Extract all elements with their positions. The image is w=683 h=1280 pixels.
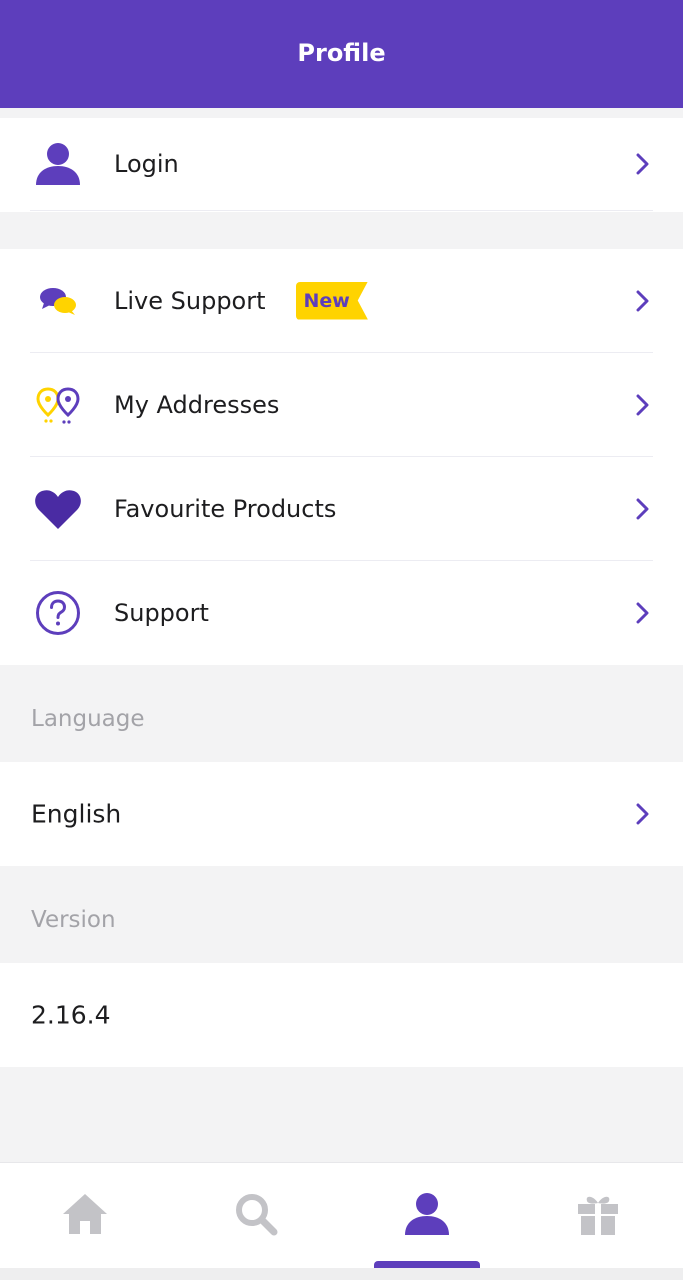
search-icon [233, 1191, 279, 1241]
favourite-products-row[interactable]: Favourite Products [30, 457, 653, 561]
login-label: Login [114, 150, 179, 178]
heart-icon [30, 481, 86, 537]
live-support-row[interactable]: Live Support New [30, 249, 653, 353]
chevron-right-icon [631, 598, 655, 628]
chevron-right-icon [631, 799, 655, 829]
chevron-right-icon [631, 494, 655, 524]
location-pins-icon [30, 377, 86, 433]
chevron-right-icon [631, 286, 655, 316]
chat-bubbles-icon [30, 273, 86, 329]
login-row[interactable]: Login [30, 118, 653, 211]
help-circle-icon [30, 585, 86, 641]
version-value: 2.16.4 [31, 1000, 111, 1030]
live-support-label: Live Support [114, 286, 266, 315]
menu-card: Live Support New My Addresses Favourite … [0, 249, 683, 665]
chevron-right-icon [631, 390, 655, 420]
favourite-products-label: Favourite Products [114, 494, 337, 523]
version-row: 2.16.4 [0, 963, 683, 1067]
version-section-label: Version [31, 907, 116, 933]
chevron-right-icon [631, 149, 655, 179]
tab-home[interactable] [0, 1163, 171, 1268]
support-label: Support [114, 599, 209, 627]
my-addresses-label: My Addresses [114, 390, 280, 419]
gift-icon [575, 1191, 621, 1241]
language-row[interactable]: English [0, 762, 683, 866]
app-header: Profile [0, 0, 683, 108]
profile-icon [404, 1192, 450, 1240]
tab-gifts[interactable] [512, 1163, 683, 1268]
new-badge: New [295, 281, 368, 320]
user-icon [30, 136, 86, 192]
system-nav-strip [0, 1268, 683, 1280]
my-addresses-row[interactable]: My Addresses [30, 353, 653, 457]
login-card: Login [0, 118, 683, 212]
tab-search[interactable] [171, 1163, 342, 1268]
page-title: Profile [297, 39, 386, 67]
language-value: English [31, 799, 122, 829]
home-icon [61, 1192, 109, 1240]
tab-profile[interactable] [342, 1163, 513, 1268]
bottom-tab-bar [0, 1162, 683, 1268]
active-tab-indicator [373, 1261, 480, 1268]
language-section-label: Language [31, 706, 145, 732]
support-row[interactable]: Support [30, 561, 653, 665]
